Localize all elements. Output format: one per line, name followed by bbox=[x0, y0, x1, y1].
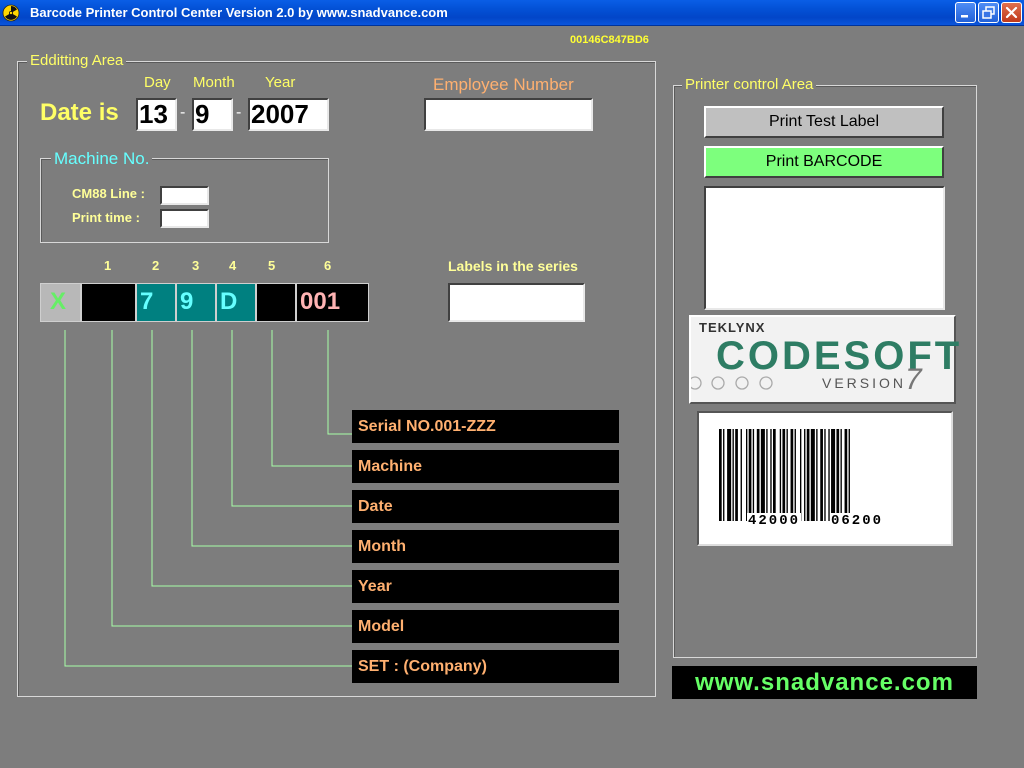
codesoft-version-label: VERSION bbox=[822, 375, 907, 391]
barcode-bar bbox=[794, 429, 796, 521]
print-barcode-button[interactable]: Print BARCODE bbox=[704, 146, 944, 178]
barcode-bar bbox=[723, 429, 725, 521]
legend-company: SET : (Company) bbox=[352, 650, 619, 683]
barcode-bar bbox=[804, 429, 806, 521]
barcode-bar bbox=[735, 429, 738, 521]
minimize-button[interactable] bbox=[955, 2, 976, 23]
barcode-bar bbox=[727, 429, 732, 521]
barcode-bar bbox=[810, 429, 815, 521]
barcode-bar bbox=[840, 429, 842, 521]
barcode-bar bbox=[816, 429, 818, 521]
barcode-bar bbox=[820, 429, 823, 521]
barcode-bar bbox=[828, 429, 830, 521]
codesoft-product: CODESOFT bbox=[716, 334, 963, 378]
print-test-label-button[interactable]: Print Test Label bbox=[704, 106, 944, 138]
restore-button[interactable] bbox=[978, 2, 999, 23]
barcode-preview: 42000 06200 bbox=[697, 411, 953, 546]
barcode-bar bbox=[732, 429, 734, 521]
close-button[interactable] bbox=[1001, 2, 1022, 23]
barcode-bar bbox=[848, 429, 850, 521]
barcode-bar bbox=[740, 429, 742, 521]
barcode-bar bbox=[806, 429, 810, 521]
legend-serial: Serial NO.001-ZZZ bbox=[352, 410, 619, 443]
barcode-bar bbox=[844, 429, 848, 521]
barcode-bar bbox=[746, 429, 748, 521]
barcode-bar bbox=[766, 429, 768, 521]
barcode-bar bbox=[824, 429, 826, 521]
legend-month: Month bbox=[352, 530, 619, 563]
barcode-bar bbox=[831, 429, 836, 521]
barcode-bar bbox=[752, 429, 755, 521]
legend-model: Model bbox=[352, 610, 619, 643]
barcode-bar bbox=[748, 429, 752, 521]
barcode-bar bbox=[790, 429, 794, 521]
legend-machine: Machine bbox=[352, 450, 619, 483]
barcode-bar bbox=[779, 429, 782, 521]
circles-icon bbox=[691, 376, 773, 390]
website-banner[interactable]: www.snadvance.com bbox=[672, 666, 977, 699]
barcode-bar bbox=[836, 429, 840, 521]
restore-icon bbox=[982, 6, 995, 19]
minimize-icon bbox=[961, 15, 968, 18]
barcode-number-right: 06200 bbox=[830, 513, 885, 529]
printer-output-box[interactable] bbox=[704, 186, 945, 310]
barcode-bar bbox=[800, 429, 802, 521]
close-icon bbox=[1005, 6, 1018, 19]
legend-date: Date bbox=[352, 490, 619, 523]
barcode-bar bbox=[719, 429, 722, 521]
barcode-bar bbox=[773, 429, 776, 521]
printer-control-legend: Printer control Area bbox=[682, 76, 817, 93]
teklynx-brand: TEKLYNX bbox=[699, 320, 766, 335]
legend-year: Year bbox=[352, 570, 619, 603]
barcode-bar bbox=[782, 429, 786, 521]
codesoft-version-number: 7 bbox=[905, 363, 922, 396]
barcode-bar bbox=[760, 429, 765, 521]
codesoft-logo: TEKLYNX CODESOFT VERSION 7 bbox=[689, 315, 959, 404]
barcode-bar bbox=[756, 429, 760, 521]
barcode-bar bbox=[770, 429, 772, 521]
barcode-number-left: 42000 bbox=[747, 513, 802, 529]
barcode-bar bbox=[786, 429, 788, 521]
